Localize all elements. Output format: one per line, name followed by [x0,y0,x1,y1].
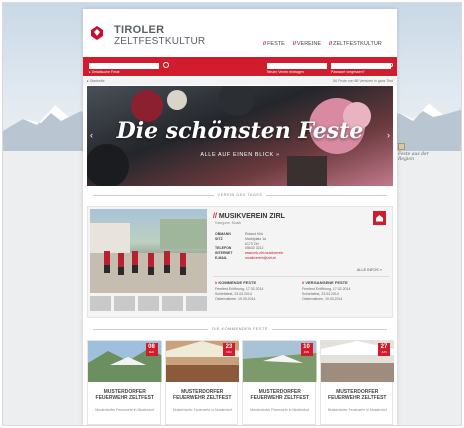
section-upcoming: DIE KOMMENDEN FESTE [93,326,387,332]
fest-title: MUSTERDORFER FEUERWEHR ZELTFEST [95,389,154,402]
fest-subtitle: Musterdorfer Feuerwehr in Musterdorf [250,408,310,412]
fest-count: 86 Feste von 88 Vereinen in ganz Tirol [333,78,393,83]
club-category: Kategorie: Musik [215,221,242,225]
thumbnail[interactable] [138,296,159,311]
upcoming-heading: // KOMMENDE FESTE [215,280,257,285]
section-title: VEREIN DES TAGES [93,192,387,197]
forgot-password-link[interactable]: Passwort vergessen? [331,70,364,74]
fest-tile[interactable]: 23 MAI MUSTERDORFER FEUERWEHR ZELTFEST Mu… [164,340,239,425]
fest-title: MUSTERDORFER FEUERWEHR ZELTFEST [250,389,309,402]
side-note-text: Feste aus der Region [398,152,429,162]
date-month: MAI [226,350,232,354]
fest-tiles: 08 MAI MUSTERDORFER FEUERWEHR ZELTFEST Mu… [87,340,394,425]
divider [213,276,389,277]
nav-vereine-label: VEREINE [296,41,322,47]
date-badge: 10 JUN [300,343,313,356]
fest-link[interactable]: Ostermatinee, 19.03.2014 [215,297,263,302]
fest-link[interactable]: Ostermatinee, 19.03.2014 [302,297,350,302]
past-heading-text: VERGANGENE FESTE [305,280,348,285]
section-title-text: DIE KOMMENDEN FESTE [208,326,272,331]
page-frame: Feste aus der Region TIROLER ZELTFESTKUL… [2,2,462,426]
hero-banner[interactable]: ‹ Die schönsten Feste ALLE AUF EINEN BLI… [87,86,393,186]
login-icon[interactable] [389,63,393,67]
email-link[interactable]: musikverein@zirl.at [245,256,276,261]
club-name-text: MUSIKVEREIN ZIRL [218,213,285,220]
date-month: JUN [303,350,310,354]
search-icon[interactable] [163,62,169,68]
fest-tile[interactable]: 27 JUN MUSTERDORFER FEUERWEHR ZELTFEST Mu… [319,340,394,425]
content-sheet: TIROLER ZELTFESTKULTUR //FESTE //VEREINE… [83,9,397,425]
fest-tile[interactable]: 08 MAI MUSTERDORFER FEUERWEHR ZELTFEST Mu… [87,340,162,425]
breadcrumb-row: ▸ Startseite 86 Feste von 88 Vereinen in… [83,77,397,85]
club-photo[interactable] [90,209,207,293]
nav-vereine[interactable]: //VEREINE [293,41,321,47]
thumbnail[interactable] [90,296,111,311]
info-key: E-MAIL [215,255,228,260]
all-info-link[interactable]: ALLE INFOS » [357,268,382,272]
fest-subtitle: Musterdorfer Feuerwehr in Musterdorf [95,408,155,412]
detail-search-link[interactable]: ▸ Detailsuche Feste [89,70,120,74]
main-nav: //FESTE //VEREINE //ZELTFESTKULTUR [263,41,382,47]
register-link[interactable]: Neuen Verein eintragen [267,70,304,74]
hero-next-button[interactable]: › [387,130,390,140]
brand-line-1[interactable]: TIROLER [114,24,164,36]
note-icon [398,143,405,150]
breadcrumb[interactable]: ▸ Startseite [87,79,105,83]
upcoming-fests: // KOMMENDE FESTE Fernfest Eröffnung, 17… [215,280,263,302]
date-badge: 08 MAI [145,343,158,356]
date-badge: 23 MAI [223,343,235,356]
club-thumbnails [90,296,207,311]
nav-feste[interactable]: //FESTE [263,41,285,47]
thumbnail[interactable] [186,296,207,311]
fest-subtitle: Musterdorfer Feuerwehr in Musterdorf [327,408,387,412]
info-row: E-MAIL musikverein@zirl.at [215,256,283,261]
club-name[interactable]: // MUSIKVEREIN ZIRL [213,213,285,220]
date-badge: 27 JUN [378,343,390,356]
home-icon[interactable] [373,211,386,225]
username-field[interactable] [267,63,327,69]
nav-zeltfestkultur-label: ZELTFESTKULTUR [333,41,382,47]
date-month: JUN [381,350,387,354]
fest-title: MUSTERDORFER FEUERWEHR ZELTFEST [328,389,387,402]
section-title-text: VEREIN DES TAGES [213,192,267,197]
hero-cta[interactable]: ALLE AUF EINEN BLICK » [87,152,393,158]
section-club-of-day: VEREIN DES TAGES [93,192,387,198]
hero-title: Die schönsten Feste [116,118,364,144]
past-fests: // VERGANGENE FESTE Fernfest Eröffnung, … [302,280,350,302]
club-photo-image [90,219,207,293]
date-month: MAI [149,350,154,354]
upcoming-heading-text: KOMMENDE FESTE [218,280,257,285]
past-heading: // VERGANGENE FESTE [302,280,348,285]
side-note[interactable]: Feste aus der Region [398,143,438,162]
password-field[interactable] [331,63,391,69]
nav-feste-label: FESTE [267,41,285,47]
fest-subtitle: Musterdorfer Feuerwehr in Musterdorf [172,408,232,412]
search-bar: ▸ Detailsuche Feste Neuen Verein eintrag… [83,57,397,76]
club-info: OBMANN Roland Kirk SITZ Marktplatz 1a 6170… [215,232,283,261]
brand-line-2[interactable]: ZELTFESTKULTUR [114,36,205,47]
section-title: DIE KOMMENDEN FESTE [93,326,387,331]
fest-title: MUSTERDORFER FEUERWEHR ZELTFEST [173,389,232,402]
thumbnail[interactable] [162,296,183,311]
club-card: // MUSIKVEREIN ZIRL Kategorie: Musik OBM… [87,206,393,318]
fest-tile[interactable]: 10 JUN MUSTERDORFER FEUERWEHR ZELTFEST Mu… [242,340,317,425]
thumbnail[interactable] [114,296,135,311]
search-input[interactable] [89,63,159,69]
logo-icon[interactable] [89,25,105,41]
nav-zeltfestkultur[interactable]: //ZELTFESTKULTUR [329,41,382,47]
